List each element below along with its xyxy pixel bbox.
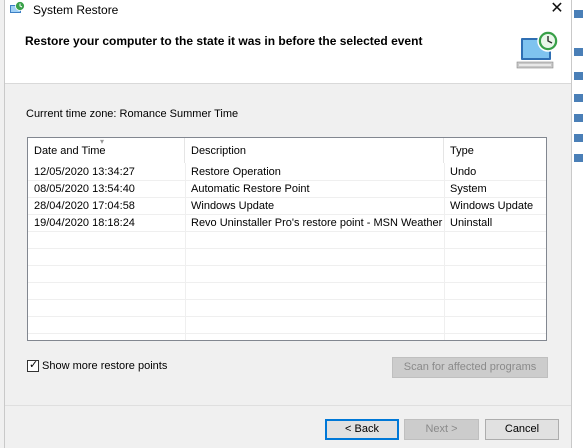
- title-bar[interactable]: System Restore ✕: [5, 0, 571, 20]
- row-divider: [28, 282, 546, 283]
- cancel-button[interactable]: Cancel: [485, 419, 559, 440]
- window-title: System Restore: [33, 3, 119, 17]
- cell-type: System: [450, 183, 487, 195]
- row-divider: [28, 333, 546, 334]
- sort-arrow-icon: ▾: [100, 137, 105, 146]
- system-restore-dialog: System Restore ✕ Restore your computer t…: [4, 0, 572, 448]
- page-heading: Restore your computer to the state it wa…: [25, 34, 423, 48]
- table-row[interactable]: 28/04/2020 17:04:58 Windows Update Windo…: [28, 198, 546, 215]
- cell-description: Revo Uninstaller Pro's restore point - M…: [191, 217, 443, 229]
- table-row[interactable]: 12/05/2020 13:34:27 Restore Operation Un…: [28, 164, 546, 181]
- cell-type: Undo: [450, 166, 477, 178]
- cell-description: Restore Operation: [191, 166, 281, 178]
- checkmark-icon: ✓: [29, 359, 39, 371]
- row-divider: [28, 231, 546, 232]
- background-window-icon: [574, 10, 583, 18]
- system-restore-icon: [10, 1, 25, 13]
- background-window-icon: [574, 154, 583, 162]
- cell-date: 08/05/2020 13:54:40: [34, 183, 135, 195]
- column-header-description[interactable]: Description: [185, 138, 444, 163]
- table-row[interactable]: 08/05/2020 13:54:40 Automatic Restore Po…: [28, 181, 546, 198]
- column-header-date[interactable]: Date and Time ▾: [28, 138, 185, 163]
- background-window-icon: [574, 72, 583, 80]
- timezone-label: Current time zone: Romance Summer Time: [26, 108, 239, 120]
- row-divider: [28, 299, 546, 300]
- row-divider: [28, 248, 546, 249]
- header-panel: Restore your computer to the state it wa…: [5, 20, 571, 84]
- scan-affected-programs-button[interactable]: Scan for affected programs: [392, 357, 548, 378]
- background-window-edge: [571, 0, 583, 448]
- row-divider: [28, 197, 546, 198]
- footer-divider: [5, 405, 571, 406]
- row-divider: [28, 180, 546, 181]
- checkbox-box[interactable]: ✓: [27, 359, 39, 372]
- show-more-label[interactable]: Show more restore points: [42, 360, 167, 372]
- close-button[interactable]: ✕: [543, 0, 571, 20]
- next-button[interactable]: Next >: [404, 419, 479, 440]
- cell-date: 19/04/2020 18:18:24: [34, 217, 135, 229]
- cell-description: Automatic Restore Point: [191, 183, 310, 195]
- column-header-type[interactable]: Type: [444, 138, 546, 163]
- table-row[interactable]: 19/04/2020 18:18:24 Revo Uninstaller Pro…: [28, 215, 546, 232]
- cell-description: Windows Update: [191, 200, 275, 212]
- cell-type: Uninstall: [450, 217, 493, 229]
- system-restore-computer-icon: [516, 30, 559, 69]
- close-icon: ✕: [550, 0, 564, 17]
- back-button[interactable]: < Back: [325, 419, 399, 440]
- cell-date: 28/04/2020 17:04:58: [34, 200, 135, 212]
- background-window-icon: [574, 114, 583, 122]
- row-divider: [28, 214, 546, 215]
- background-window-icon: [574, 48, 583, 56]
- restore-points-list[interactable]: Date and Time ▾ Description Type 12/05/2…: [27, 137, 547, 341]
- row-divider: [28, 265, 546, 266]
- row-divider: [28, 316, 546, 317]
- cell-type: Windows Update: [450, 200, 534, 212]
- background-window-icon: [574, 94, 583, 102]
- background-window-icon: [574, 134, 583, 142]
- cell-date: 12/05/2020 13:34:27: [34, 166, 135, 178]
